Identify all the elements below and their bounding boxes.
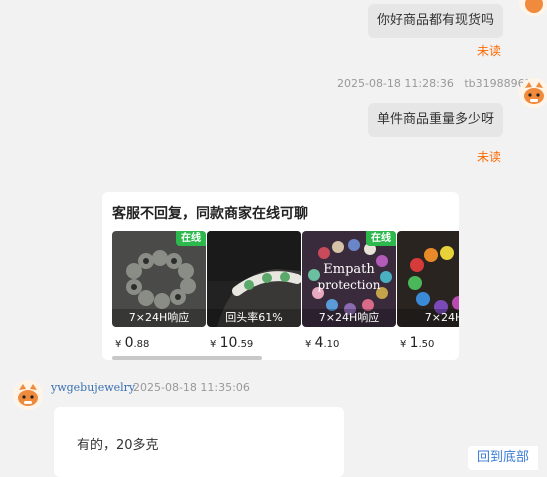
currency-symbol: ¥ xyxy=(400,339,407,350)
read-status: 未读 xyxy=(477,150,502,164)
currency-symbol: ¥ xyxy=(210,339,217,350)
online-badge: 在线 xyxy=(176,231,206,246)
image-caption-line2: protection xyxy=(318,278,381,292)
product-price: ¥ 10.59 xyxy=(210,335,253,351)
message-text: 你好商品都有现货吗 xyxy=(377,13,495,28)
product-item[interactable]: 回头率61% xyxy=(207,231,301,327)
seller-message-bubble: 有的，20多克 xyxy=(54,407,344,477)
price-decimal: .88 xyxy=(133,339,150,350)
product-tag: 回头率61% xyxy=(207,309,301,327)
user-avatar xyxy=(519,78,547,108)
image-caption-line1: Empath xyxy=(323,262,375,277)
price-decimal: .50 xyxy=(418,339,435,350)
seller-message-time: 2025-08-18 11:35:06 xyxy=(133,381,250,394)
product-price: ¥ 0.88 xyxy=(115,335,149,351)
product-tag: 7×24H响应 xyxy=(302,309,396,327)
price-decimal: .59 xyxy=(237,339,254,350)
message-meta: 2025-08-18 11:28:36 tb319889632 xyxy=(337,77,539,90)
message-text: 有的，20多克 xyxy=(77,438,159,453)
user-avatar-top xyxy=(519,0,547,16)
seller-avatar[interactable] xyxy=(13,380,43,410)
message-bubble: 你好商品都有现货吗 xyxy=(368,4,504,38)
product-price: ¥ 1.50 xyxy=(400,335,434,351)
product-tag: 7×24H响应 xyxy=(112,309,206,327)
message-bubble: 单件商品重量多少呀 xyxy=(368,103,504,137)
card-title: 客服不回复，同款商家在线可聊 xyxy=(112,206,308,222)
currency-symbol: ¥ xyxy=(115,339,122,350)
product-item[interactable]: Empath protection 在线 7×24H响应 xyxy=(302,231,396,327)
price-integer: 10 xyxy=(219,335,238,351)
product-item[interactable]: 在线 7×24H响应 xyxy=(112,231,206,327)
seller-name[interactable]: ywgebujewelry xyxy=(51,381,135,394)
message-text: 单件商品重量多少呀 xyxy=(377,112,495,127)
price-decimal: .10 xyxy=(323,339,340,350)
product-tag: 7×24H xyxy=(397,309,459,327)
horizontal-scrollbar[interactable] xyxy=(112,356,262,360)
online-badge: 在线 xyxy=(366,231,396,246)
product-price: ¥ 4.10 xyxy=(305,335,339,351)
currency-symbol: ¥ xyxy=(305,339,312,350)
product-item[interactable]: 在线 7×24H xyxy=(397,231,459,327)
scroll-to-bottom-button[interactable]: 回到底部 xyxy=(468,446,539,470)
recommendation-card: 客服不回复，同款商家在线可聊 在线 7×24H响应 回头率61% Empath … xyxy=(102,192,459,360)
read-status: 未读 xyxy=(477,44,502,58)
